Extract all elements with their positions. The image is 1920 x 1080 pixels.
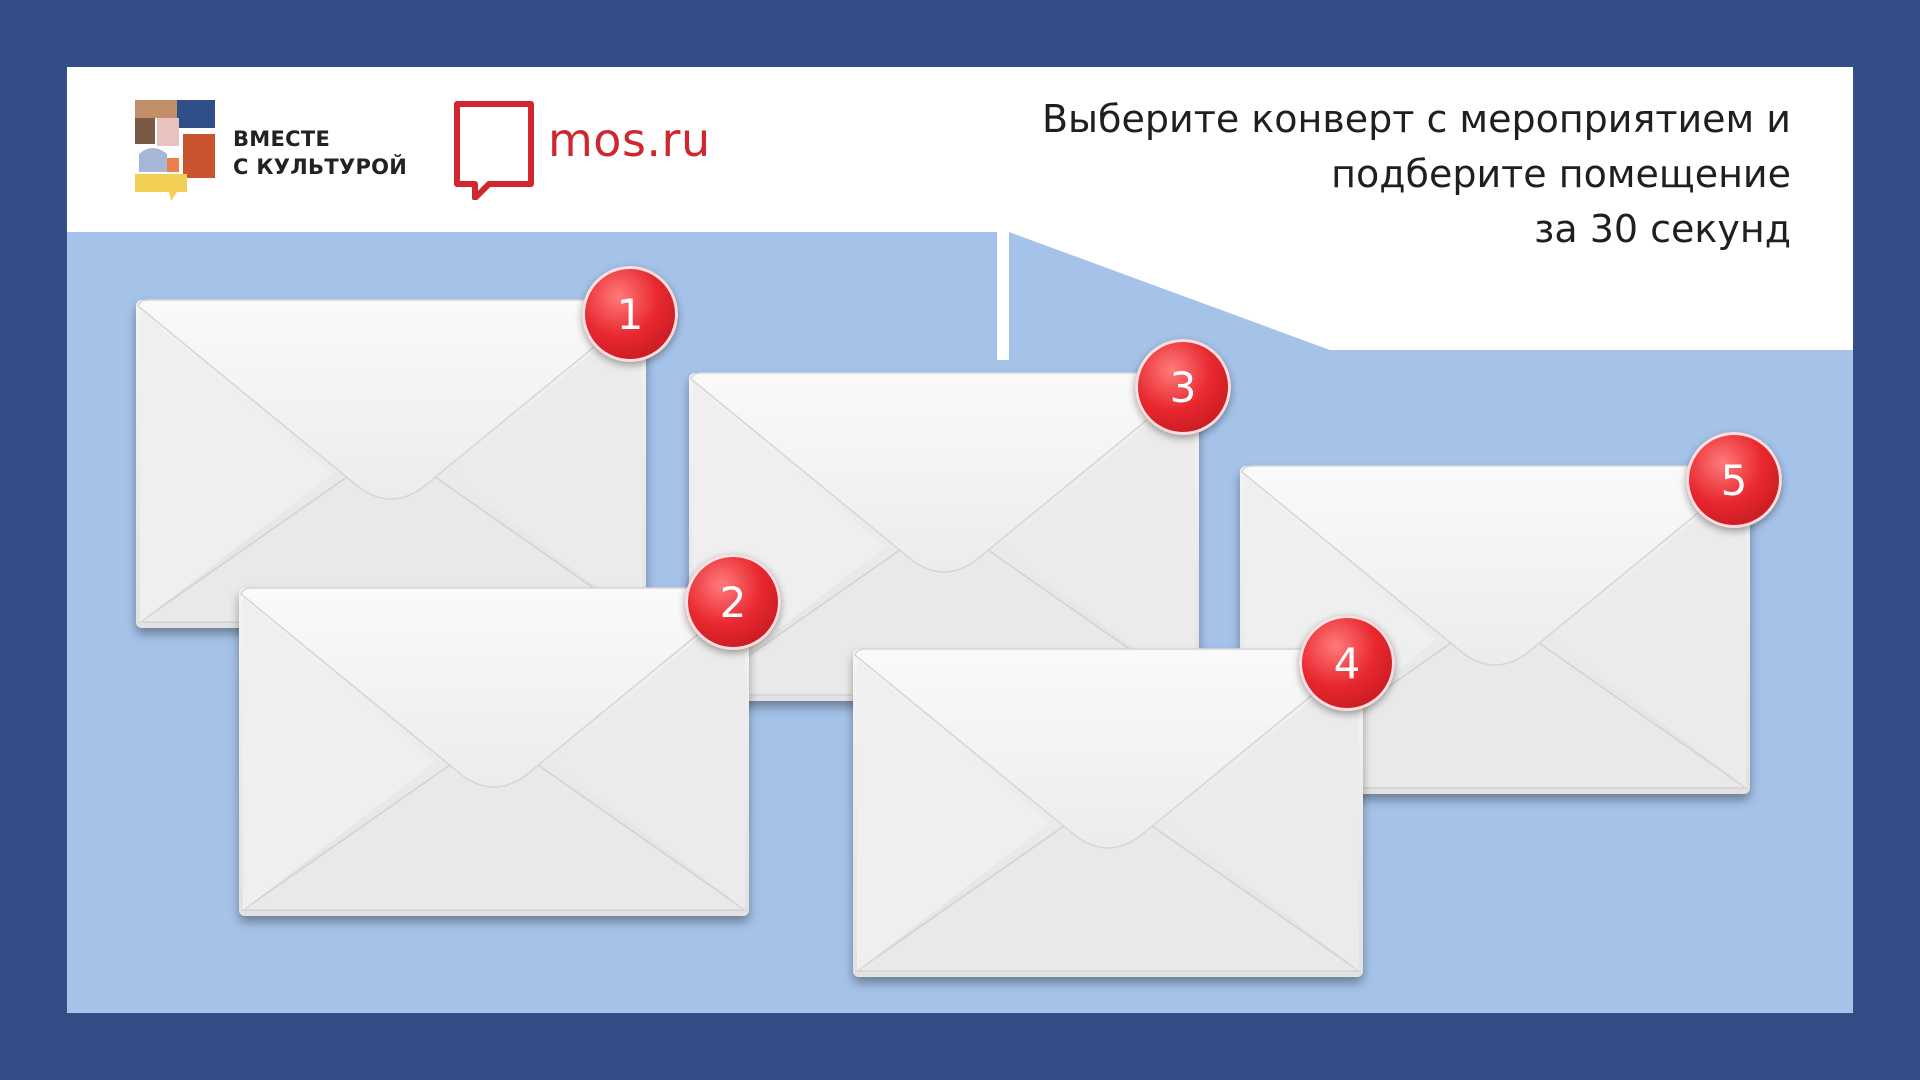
envelope-number-badge-3[interactable]: 3 <box>1135 339 1231 435</box>
vmeste-s-kulturoy-logo-icon <box>135 100 215 201</box>
envelope-4[interactable]: 4 <box>849 615 1395 983</box>
envelope-number-badge-1[interactable]: 1 <box>582 266 678 362</box>
slide-panel: ВМЕСТЕ С КУЛЬТУРОЙ mos.ru Выберите конве… <box>67 67 1853 1013</box>
mos-ru-logo-text: mos.ru <box>548 113 711 167</box>
instruction-line2: подберите помещение <box>1331 152 1791 196</box>
vmeste-logo-text: ВМЕСТЕ С КУЛЬТУРОЙ <box>233 125 407 181</box>
vmeste-line1: ВМЕСТЕ <box>233 127 331 151</box>
vmeste-line2: С КУЛЬТУРОЙ <box>233 155 408 179</box>
envelope-2[interactable]: 2 <box>235 554 781 922</box>
instruction-line1: Выберите конверт с мероприятием и <box>1041 97 1791 141</box>
instruction-text: Выберите конверт с мероприятием и подбер… <box>871 92 1791 257</box>
envelope-number-badge-5[interactable]: 5 <box>1686 432 1782 528</box>
envelope-number-badge-4[interactable]: 4 <box>1299 615 1395 711</box>
instruction-line3: за 30 секунд <box>1534 207 1791 251</box>
envelope-number-badge-2[interactable]: 2 <box>685 554 781 650</box>
mos-ru-logo-icon <box>454 101 534 200</box>
envelope-icon <box>853 648 1363 977</box>
envelope-icon <box>239 587 749 916</box>
